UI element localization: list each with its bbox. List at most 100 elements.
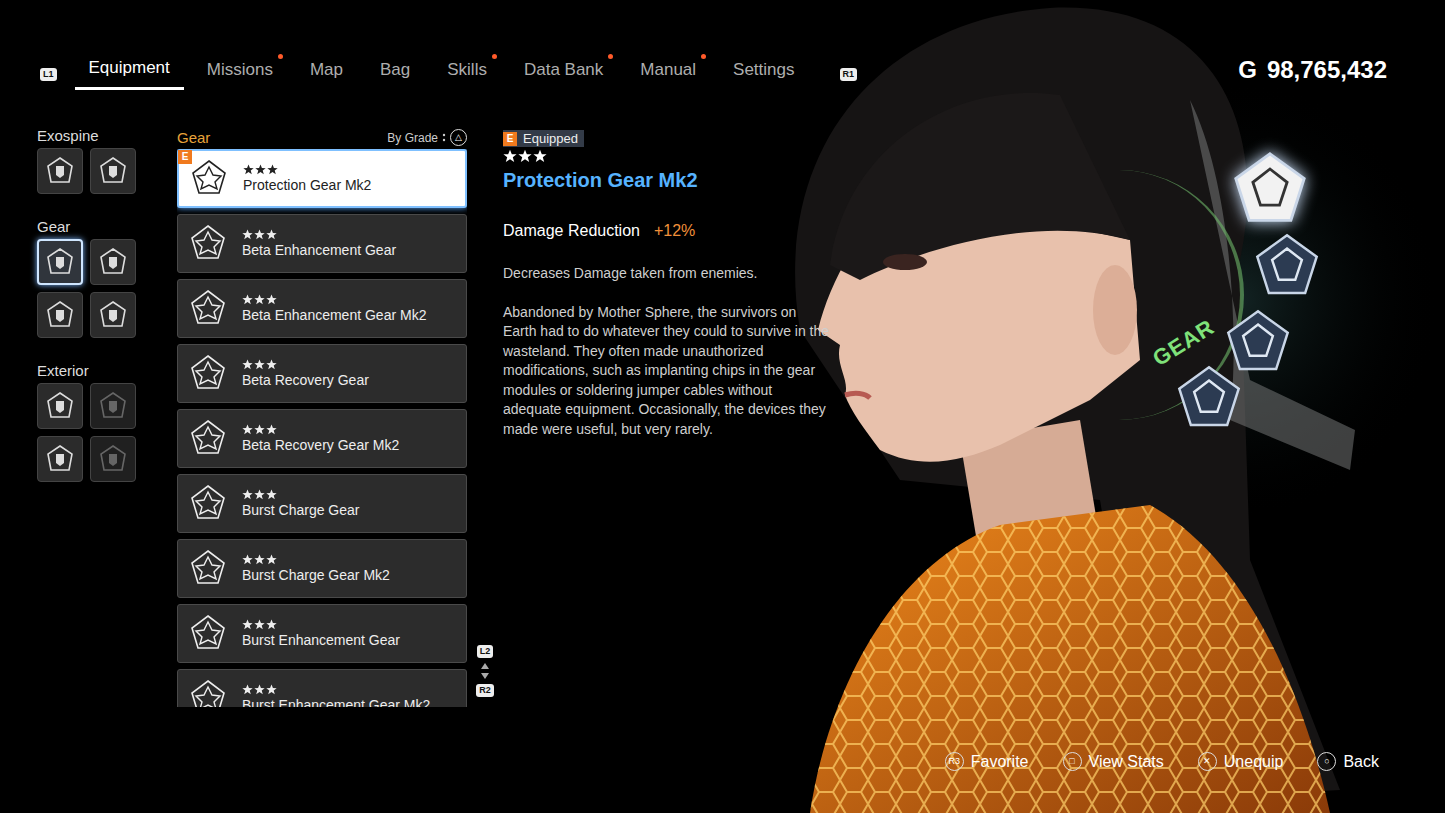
alert-dot <box>608 54 613 59</box>
gear-icon <box>188 678 228 707</box>
scroll-down-key[interactable]: R2 <box>476 684 494 697</box>
loadout-slot[interactable] <box>90 436 136 482</box>
gear-name: Burst Enhancement Gear <box>242 632 400 648</box>
star-icon <box>266 294 277 305</box>
gear-ring-slot[interactable] <box>1254 232 1320 298</box>
star-icon <box>242 229 253 240</box>
tab[interactable]: Map <box>296 54 357 89</box>
star-rating <box>503 149 833 163</box>
loadout-slot[interactable] <box>37 148 83 194</box>
gear-item[interactable]: Beta Recovery Gear <box>177 344 467 403</box>
gear-ring-slot[interactable] <box>1225 308 1291 374</box>
equipment-icon <box>98 444 128 474</box>
equipment-icon <box>45 247 75 277</box>
loadout-section: Exospine <box>37 127 139 194</box>
equipment-icon <box>98 247 128 277</box>
star-icon <box>242 684 253 695</box>
section-title: Gear <box>37 218 139 235</box>
currency-symbol: G <box>1238 56 1257 84</box>
gear-name: Burst Charge Gear <box>242 502 360 518</box>
star-icon <box>267 164 278 175</box>
gear-item[interactable]: EProtection Gear Mk2 <box>177 149 467 208</box>
star-rating <box>242 489 360 500</box>
sort-button[interactable]: By Grade △ <box>387 129 467 146</box>
loadout-slot[interactable] <box>37 239 83 285</box>
star-icon <box>254 359 265 370</box>
equipment-icon <box>98 391 128 421</box>
gear-icon <box>188 548 228 588</box>
star-icon <box>533 149 547 163</box>
gear-item[interactable]: Beta Recovery Gear Mk2 <box>177 409 467 468</box>
gear-slot-icon <box>1254 232 1320 298</box>
top-bar: L1 Equipment Missions Map Bag Skills Data… <box>0 0 1445 90</box>
tab-bar: L1 Equipment Missions Map Bag Skills Data… <box>40 52 857 90</box>
prev-tab-key[interactable]: L1 <box>40 68 57 81</box>
star-icon <box>242 359 253 370</box>
equipment-icon <box>45 300 75 330</box>
alert-dot <box>278 54 283 59</box>
action-button[interactable]: □View Stats <box>1063 752 1164 771</box>
loadout-slot[interactable] <box>90 148 136 194</box>
tab[interactable]: Settings <box>719 54 808 89</box>
tab[interactable]: Equipment <box>75 52 184 90</box>
star-icon <box>266 359 277 370</box>
item-detail: EEquipped Protection Gear Mk2 Damage Reduc… <box>503 127 833 707</box>
tab[interactable]: Data Bank <box>510 54 617 89</box>
tab[interactable]: Manual <box>626 54 710 89</box>
button-key: ✕ <box>1198 752 1217 771</box>
next-tab-key[interactable]: R1 <box>840 68 858 81</box>
star-icon <box>254 684 265 695</box>
loadout-slot[interactable] <box>90 239 136 285</box>
gear-icon <box>188 223 228 263</box>
star-rating <box>242 619 400 630</box>
gear-item[interactable]: Burst Enhancement Gear <box>177 604 467 663</box>
star-icon <box>243 164 254 175</box>
gear-item[interactable]: Burst Enhancement Gear Mk2 <box>177 669 467 707</box>
gear-icon <box>189 158 229 198</box>
gear-icon <box>188 353 228 393</box>
loadout-slot[interactable] <box>37 383 83 429</box>
alert-dot <box>701 54 706 59</box>
gear-item[interactable]: Beta Enhancement Gear <box>177 214 467 273</box>
gear-slot-icon <box>1232 150 1308 226</box>
equipment-icon <box>45 156 75 186</box>
gear-ring-slot[interactable] <box>1176 364 1242 430</box>
action-bar: R3Favorite □View Stats ✕Unequip ○Back <box>0 752 1445 771</box>
equipment-icon <box>45 391 75 421</box>
gear-item[interactable]: Burst Charge Gear <box>177 474 467 533</box>
action-button[interactable]: ✕Unequip <box>1198 752 1284 771</box>
star-icon <box>254 424 265 435</box>
item-name: Protection Gear Mk2 <box>503 169 833 192</box>
star-rating <box>243 164 371 175</box>
button-key: □ <box>1063 752 1082 771</box>
sort-key: △ <box>450 129 467 146</box>
loadout-panel: Exospine Gear Exterior <box>37 127 139 707</box>
stat-row: Damage Reduction+12% <box>503 222 833 240</box>
loadout-slot[interactable] <box>90 383 136 429</box>
star-icon <box>254 554 265 565</box>
star-icon <box>242 294 253 305</box>
tab[interactable]: Skills <box>433 54 501 89</box>
star-icon <box>254 619 265 630</box>
action-button[interactable]: ○Back <box>1317 752 1379 771</box>
scroll-indicator: L2 R2 <box>475 127 495 707</box>
stat-value: +12% <box>654 222 695 240</box>
gear-icon <box>188 288 228 328</box>
loadout-slot[interactable] <box>90 292 136 338</box>
loadout-slot[interactable] <box>37 292 83 338</box>
tab[interactable]: Missions <box>193 54 287 89</box>
star-icon <box>503 149 517 163</box>
action-button[interactable]: R3Favorite <box>945 752 1029 771</box>
loadout-slot[interactable] <box>37 436 83 482</box>
equipment-icon <box>98 300 128 330</box>
equipment-icon <box>98 156 128 186</box>
loadout-section: Gear <box>37 218 139 338</box>
gear-ring-slot[interactable] <box>1232 150 1308 226</box>
gear-item[interactable]: Beta Enhancement Gear Mk2 <box>177 279 467 338</box>
scroll-up-key[interactable]: L2 <box>477 645 494 658</box>
tab[interactable]: Bag <box>366 54 424 89</box>
gear-item[interactable]: Burst Charge Gear Mk2 <box>177 539 467 598</box>
star-icon <box>518 149 532 163</box>
equipped-status: EEquipped <box>503 130 584 147</box>
section-title: Exterior <box>37 362 139 379</box>
